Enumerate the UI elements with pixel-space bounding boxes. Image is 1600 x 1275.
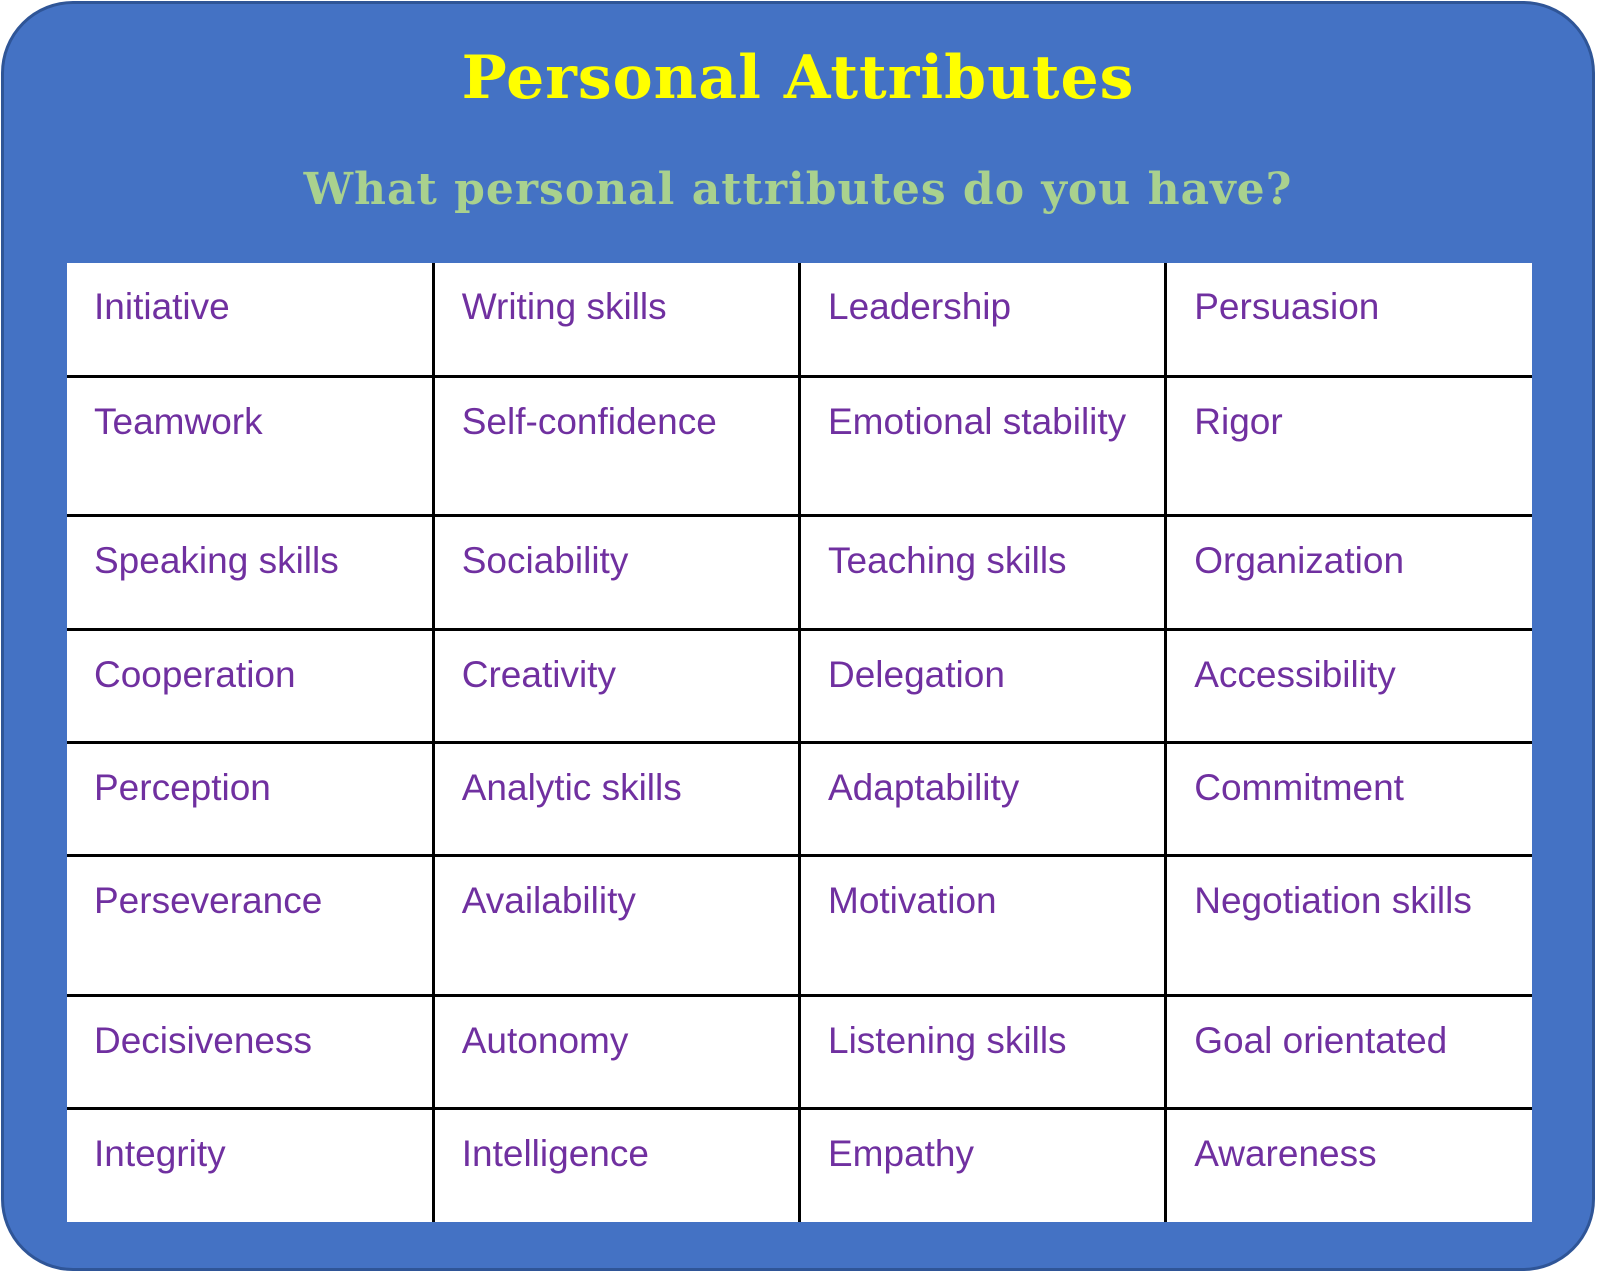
attribute-cell: Emotional stability: [797, 374, 1168, 518]
attribute-cell: Negotiation skills: [1164, 854, 1532, 997]
attribute-cell: Goal orientated: [1164, 993, 1532, 1111]
attribute-cell: Teamwork: [67, 374, 435, 518]
attribute-cell: Initiative: [67, 263, 435, 378]
attribute-cell: Teaching skills: [797, 514, 1168, 631]
attribute-cell: Adaptability: [797, 740, 1168, 858]
attribute-cell: Writing skills: [431, 263, 802, 378]
attribute-cell: Empathy: [797, 1107, 1168, 1222]
table-row: Cooperation Creativity Delegation Access…: [67, 627, 1532, 744]
attribute-cell: Integrity: [67, 1107, 435, 1222]
table-row: Teamwork Self-confidence Emotional stabi…: [67, 374, 1532, 518]
attribute-cell: Delegation: [797, 627, 1168, 744]
page-title: Personal Attributes: [461, 43, 1135, 113]
attribute-cell: Motivation: [797, 854, 1168, 997]
attribute-cell: Speaking skills: [67, 514, 435, 631]
table-row: Integrity Intelligence Empathy Awareness: [67, 1107, 1532, 1222]
attribute-cell: Awareness: [1164, 1107, 1532, 1222]
table-row: Perseverance Availability Motivation Neg…: [67, 854, 1532, 997]
table-row: Speaking skills Sociability Teaching ski…: [67, 514, 1532, 631]
attribute-cell: Availability: [431, 854, 802, 997]
attribute-cell: Leadership: [797, 263, 1168, 378]
attribute-cell: Autonomy: [431, 993, 802, 1111]
attribute-cell: Analytic skills: [431, 740, 802, 858]
table-row: Decisiveness Autonomy Listening skills G…: [67, 993, 1532, 1111]
attribute-cell: Sociability: [431, 514, 802, 631]
attribute-cell: Cooperation: [67, 627, 435, 744]
attribute-cell: Rigor: [1164, 374, 1532, 518]
attributes-table: Initiative Writing skills Leadership Per…: [67, 263, 1532, 1222]
attribute-cell: Listening skills: [797, 993, 1168, 1111]
attribute-cell: Intelligence: [431, 1107, 802, 1222]
attribute-cell: Persuasion: [1164, 263, 1532, 378]
attribute-cell: Perseverance: [67, 854, 435, 997]
table-row: Initiative Writing skills Leadership Per…: [67, 263, 1532, 378]
attribute-cell: Commitment: [1164, 740, 1532, 858]
attribute-cell: Creativity: [431, 627, 802, 744]
attribute-cell: Self-confidence: [431, 374, 802, 518]
attribute-cell: Decisiveness: [67, 993, 435, 1111]
page-subtitle: What personal attributes do you have?: [303, 164, 1293, 215]
attribute-cell: Organization: [1164, 514, 1532, 631]
attribute-cell: Perception: [67, 740, 435, 858]
attribute-cell: Accessibility: [1164, 627, 1532, 744]
table-row: Perception Analytic skills Adaptability …: [67, 740, 1532, 858]
